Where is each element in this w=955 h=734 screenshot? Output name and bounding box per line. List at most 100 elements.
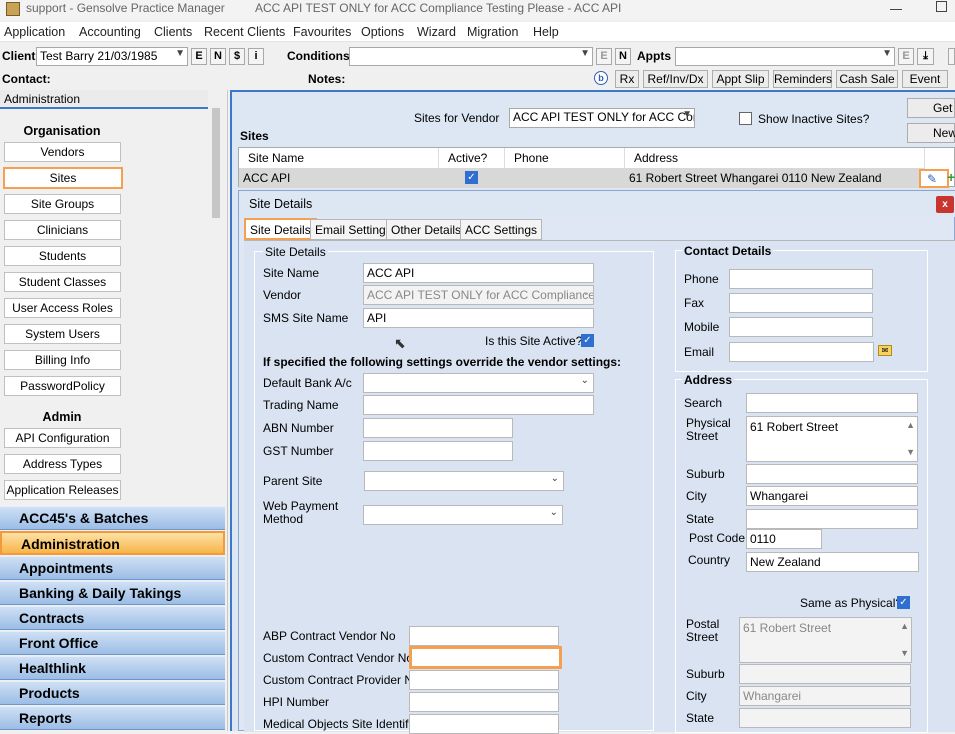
client-new-button[interactable]: N [210,48,226,65]
module-healthlink[interactable]: Healthlink [0,656,225,680]
sidebar-item-application-releases[interactable]: Application Releases [4,480,121,500]
default-bank-select[interactable]: ⌄ [363,373,594,393]
rx-button[interactable]: Rx [615,70,639,88]
menu-favourites[interactable]: Favourites [293,25,351,39]
sidebar-item-student-classes[interactable]: Student Classes [4,272,121,292]
country-input[interactable]: New Zealand [746,552,919,572]
menu-application[interactable]: Application [4,25,65,39]
hpi-number-input[interactable] [409,692,559,712]
postal-city-input[interactable]: Whangarei [739,686,911,706]
col-address[interactable]: Address [625,148,925,168]
sidebar-item-site-groups[interactable]: Site Groups [4,194,121,214]
state-input[interactable] [746,509,918,529]
suburb-input[interactable] [746,464,918,484]
minimize-icon[interactable] [890,9,902,10]
trading-name-input[interactable] [363,395,594,415]
menu-recent-clients[interactable]: Recent Clients [204,25,285,39]
post-code-input[interactable]: 0110 [746,529,822,549]
col-active[interactable]: Active? [439,148,505,168]
module-administration[interactable]: Administration [0,531,225,555]
toolbar-extra-button[interactable] [948,48,955,65]
envelope-icon[interactable]: ✉ [878,345,892,356]
reminders-button[interactable]: Reminders [773,70,832,88]
new-button[interactable]: New [907,123,955,143]
module-front-office[interactable]: Front Office [0,631,225,655]
web-payment-select[interactable]: ⌄ [363,505,563,525]
postal-street-input[interactable]: 61 Robert Street ▲ ▼ [739,617,912,663]
mobile-input[interactable] [729,317,873,337]
help-b-icon[interactable]: b [594,71,608,85]
custom-provider-input[interactable] [409,670,559,690]
module-reports[interactable]: Reports [0,706,225,730]
scroll-up-icon[interactable]: ▲ [906,420,915,430]
tab-other-details[interactable]: Other Details [386,219,467,240]
menu-migration[interactable]: Migration [467,25,518,39]
event-button[interactable]: Event [902,70,948,88]
abn-number-input[interactable] [363,418,513,438]
appt-slip-button[interactable]: Appt Slip [712,70,769,88]
col-site-name[interactable]: Site Name [239,148,439,168]
abp-contract-input[interactable] [409,626,559,646]
site-active-checkbox[interactable]: ✓ [581,334,594,347]
edit-row-button[interactable]: ✎ [919,169,949,188]
menu-help[interactable]: Help [533,25,559,39]
conditions-select[interactable]: ▼ [349,47,593,66]
sidebar-item-password-policy[interactable]: PasswordPolicy [4,376,121,396]
client-select[interactable]: Test Barry 21/03/1985 ▼ [36,47,188,66]
client-account-button[interactable]: $ [229,48,245,65]
module-contracts[interactable]: Contracts [0,606,225,630]
sidebar-item-api-configuration[interactable]: API Configuration [4,428,121,448]
module-banking-daily-takings[interactable]: Banking & Daily Takings [0,581,225,605]
gst-number-input[interactable] [363,441,513,461]
show-inactive-checkbox[interactable] [739,112,752,125]
table-row[interactable]: ACC API ✓ 61 Robert Street Whangarei 011… [239,168,925,188]
address-search-input[interactable] [746,393,918,413]
module-products[interactable]: Products [0,681,225,705]
sidebar-item-sites[interactable]: Sites [3,167,123,189]
scroll-down-icon[interactable]: ▼ [906,447,915,457]
download-icon[interactable]: ⤓ [917,48,934,65]
tab-email-settings[interactable]: Email Settings [310,219,397,240]
city-input[interactable]: Whangarei [746,486,918,506]
physical-street-input[interactable]: 61 Robert Street ▲ ▼ [746,416,918,462]
email-input[interactable] [729,342,874,362]
get-button[interactable]: Get [907,98,955,118]
menu-accounting[interactable]: Accounting [79,25,141,39]
tab-acc-settings[interactable]: ACC Settings [460,219,543,240]
sidebar-item-students[interactable]: Students [4,246,121,266]
parent-site-select[interactable]: ⌄ [364,471,564,491]
sidebar-item-user-access-roles[interactable]: User Access Roles [4,298,121,318]
appts-select[interactable]: ▼ [675,47,895,66]
scroll-up-icon[interactable]: ▲ [900,621,909,631]
client-edit-button[interactable]: E [191,48,207,65]
maximize-icon[interactable] [936,1,947,12]
module-appointments[interactable]: Appointments [0,556,225,580]
same-as-physical-checkbox[interactable]: ✓ [897,596,910,609]
sidebar-item-vendors[interactable]: Vendors [4,142,121,162]
sidebar-item-billing-info[interactable]: Billing Info [4,350,121,370]
site-name-input[interactable]: ACC API [363,263,594,283]
postal-suburb-input[interactable] [739,664,911,684]
sms-site-name-input[interactable]: API [363,308,594,328]
col-phone[interactable]: Phone [505,148,625,168]
custom-vendor-input[interactable] [409,646,562,669]
sidebar-item-clinicians[interactable]: Clinicians [4,220,121,240]
phone-input[interactable] [729,269,873,289]
conditions-new-button[interactable]: N [615,48,631,65]
vendor-field[interactable]: ACC API TEST ONLY for ACC Compliance T ⌄ [363,285,594,305]
menu-clients[interactable]: Clients [154,25,192,39]
sidebar-item-address-types[interactable]: Address Types [4,454,121,474]
fax-input[interactable] [729,293,873,313]
menu-wizard[interactable]: Wizard [417,25,456,39]
close-icon[interactable]: x [936,196,954,213]
sidebar-scrollbar[interactable] [212,108,220,218]
tab-site-details[interactable]: Site Details [244,218,317,240]
cash-sale-button[interactable]: Cash Sale [836,70,898,88]
ref-inv-dx-button[interactable]: Ref/Inv/Dx [643,70,708,88]
appts-edit-button[interactable]: E [898,48,914,65]
client-info-button[interactable]: i [248,48,264,65]
module-acc45-batches[interactable]: ACC45's & Batches [0,506,225,530]
menu-options[interactable]: Options [361,25,404,39]
scroll-down-icon[interactable]: ▼ [900,648,909,658]
add-icon[interactable]: + [947,169,955,185]
